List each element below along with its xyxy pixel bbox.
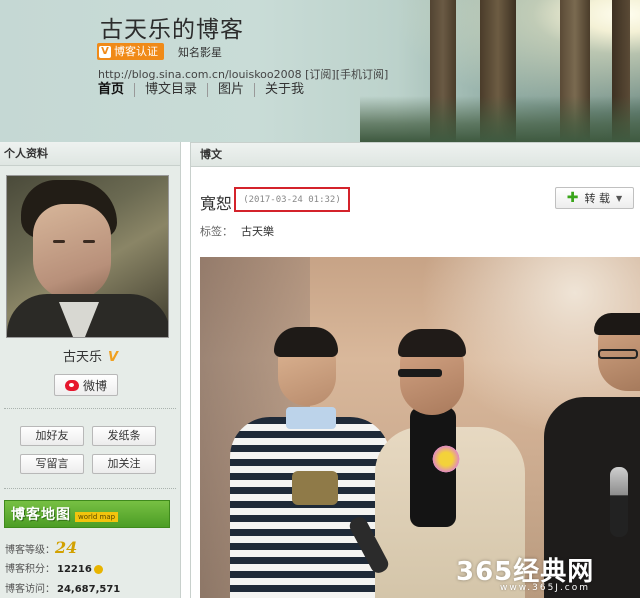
caret-down-icon: ▼ <box>616 193 623 203</box>
points-coin-icon <box>93 564 103 574</box>
send-note-button[interactable]: 发纸条 <box>92 426 156 446</box>
profile-sidebar: 个人资料 古天乐 V 微博 加好友 发纸条 写留言 加关注 博客地图 world … <box>0 142 181 598</box>
blog-map-title: 博客地图 <box>11 507 71 523</box>
tag-link[interactable]: 古天樂 <box>241 225 274 238</box>
nav-home[interactable]: 首页 <box>98 83 134 97</box>
divider <box>4 488 176 489</box>
blog-level-value: 24 <box>55 538 78 557</box>
repost-label: 转 载 <box>584 192 611 205</box>
plus-icon: ✚ <box>566 190 579 206</box>
leave-message-button[interactable]: 写留言 <box>20 454 84 474</box>
weibo-button-label: 微博 <box>82 378 107 393</box>
blog-points-value: 12216 <box>57 564 92 575</box>
photo-person <box>230 417 390 598</box>
verified-badge-label: 博客认证 <box>114 45 158 58</box>
blog-header: 古天乐的博客 V 博客认证 知名影星 http://blog.sina.com.… <box>0 0 640 142</box>
blog-visits-label: 博客访问： <box>5 584 55 595</box>
blog-level-label: 博客等级： <box>5 545 55 556</box>
post-title[interactable]: 寬恕 <box>200 190 232 214</box>
verified-v-icon: V <box>99 45 111 58</box>
verified-v-icon: V <box>107 350 119 365</box>
repost-button[interactable]: ✚ 转 载 ▼ <box>555 187 634 209</box>
tags-label: 标签： <box>200 225 233 238</box>
avatar[interactable] <box>6 175 169 338</box>
profile-section-title: 个人资料 <box>0 142 180 166</box>
add-friend-button[interactable]: 加好友 <box>20 426 84 446</box>
blog-nav: 首页 博文目录 图片 关于我 <box>98 83 314 97</box>
divider <box>4 408 176 409</box>
header-ground <box>360 96 640 142</box>
post-panel: 博文 寬恕 (2017-03-24 01:32) ✚ 转 载 ▼ 标签： 古天樂 … <box>190 142 640 598</box>
microphone-icon <box>610 467 628 537</box>
nav-post-list[interactable]: 博文目录 <box>134 83 207 97</box>
post-tags: 标签： 古天樂 <box>200 223 274 239</box>
verified-badge[interactable]: V 博客认证 <box>97 43 164 60</box>
follow-button[interactable]: 加关注 <box>92 454 156 474</box>
blog-url[interactable]: http://blog.sina.com.cn/louiskoo2008 [订阅… <box>98 66 388 82</box>
blog-map-banner[interactable]: 博客地图 world map <box>4 500 170 528</box>
nav-photos[interactable]: 图片 <box>207 83 254 97</box>
blog-points-label: 博客积分： <box>5 564 55 575</box>
owner-name-row: 古天乐 V <box>0 346 181 365</box>
post-time-highlight: (2017-03-24 01:32) <box>234 187 350 212</box>
nav-about[interactable]: 关于我 <box>254 83 314 97</box>
blog-level: 博客等级：24 <box>5 538 77 557</box>
blog-visits-value: 24,687,571 <box>57 584 121 595</box>
blog-map-subtitle: world map <box>75 512 119 522</box>
post-section-title: 博文 <box>191 143 640 167</box>
famous-tag: 知名影星 <box>178 46 222 59</box>
watermark-url: www.365J.com <box>500 583 591 593</box>
weibo-icon <box>64 379 79 391</box>
blog-points: 博客积分： 12216 <box>5 560 103 575</box>
weibo-button[interactable]: 微博 <box>54 374 118 396</box>
post-photo[interactable]: 365经典网 www.365J.com <box>200 257 640 598</box>
blog-visits: 博客访问： 24,687,571 <box>5 580 120 595</box>
corsage-icon <box>432 442 460 476</box>
owner-name[interactable]: 古天乐 <box>63 350 102 365</box>
blog-title[interactable]: 古天乐的博客 <box>100 10 244 44</box>
post-time: (2017-03-24 01:32) <box>243 194 341 205</box>
